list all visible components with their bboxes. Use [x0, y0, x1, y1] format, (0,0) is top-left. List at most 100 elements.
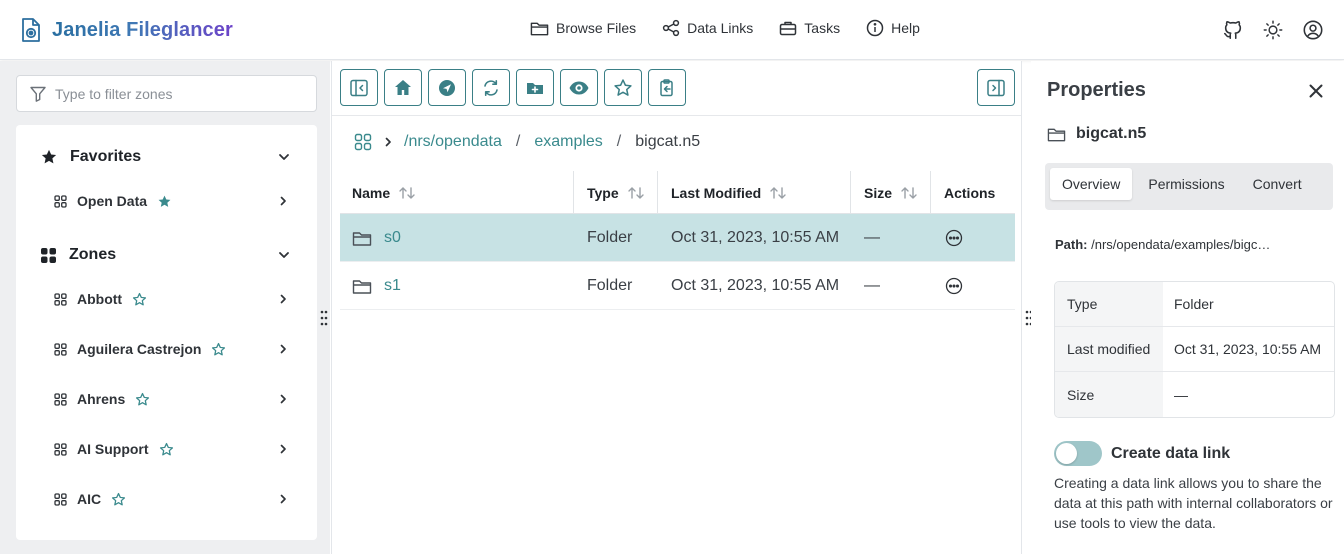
nav-tasks[interactable]: Tasks [779, 19, 840, 37]
favorites-section-header[interactable]: Favorites [16, 142, 317, 172]
data-link-toggle[interactable] [1054, 441, 1102, 466]
info-icon [866, 19, 884, 37]
briefcase-icon [779, 20, 797, 37]
zone-label: Open Data [77, 193, 148, 209]
zone-label: Abbott [77, 291, 123, 307]
refresh-button[interactable] [472, 69, 510, 106]
column-header-last-modified[interactable]: Last Modified [671, 171, 787, 214]
sort-icon [398, 185, 416, 201]
column-header-type[interactable]: Type [587, 171, 645, 214]
favorite-item-open-data[interactable]: Open Data [16, 186, 317, 216]
zone-filter-input[interactable] [55, 85, 295, 102]
zone-label: AI Support [77, 441, 149, 457]
nav-label: Browse Files [556, 20, 637, 36]
path-label: Path: [1055, 237, 1088, 252]
zone-item-abbott[interactable]: Abbott [16, 284, 317, 314]
nav-data-links[interactable]: Data Links [662, 19, 753, 37]
eye-icon [568, 78, 590, 98]
toggle-sidebar-button[interactable] [340, 69, 378, 106]
favorites-label: Favorites [70, 148, 142, 165]
info-row: Type Folder [1055, 282, 1334, 327]
star-filled-icon[interactable] [157, 194, 172, 209]
home-button[interactable] [384, 69, 422, 106]
zone-label: Ahrens [77, 391, 126, 407]
toggle-properties-button[interactable] [977, 69, 1015, 106]
breadcrumb-link[interactable]: examples [534, 133, 602, 151]
toolbar-divider [332, 115, 1021, 116]
new-folder-icon [525, 78, 545, 98]
properties-filename: bigcat.n5 [1047, 125, 1146, 143]
copy-path-button[interactable] [648, 69, 686, 106]
file-modified-cell: Oct 31, 2023, 10:55 AM [671, 277, 840, 294]
navigate-button[interactable] [428, 69, 466, 106]
nav-browse-files[interactable]: Browse Files [530, 19, 636, 37]
star-outline-icon[interactable] [132, 292, 147, 307]
tab-convert[interactable]: Convert [1241, 168, 1314, 200]
row-actions-button[interactable] [945, 214, 963, 262]
file-name: s1 [384, 277, 401, 294]
brand[interactable]: Janelia Fileglancer [20, 17, 233, 43]
star-outline-icon[interactable] [211, 342, 226, 357]
grid-icon [54, 342, 67, 356]
toggle-hidden-files-button[interactable] [560, 69, 598, 106]
star-outline-icon[interactable] [135, 392, 150, 407]
folder-icon [1047, 126, 1066, 143]
zone-item-aguilera-castrejon[interactable]: Aguilera Castrejon [16, 334, 317, 364]
data-link-toggle-row: Create data link [1054, 441, 1230, 466]
info-key: Type [1055, 282, 1163, 326]
column-label: Size [864, 184, 893, 201]
table-header: Name Type Last Modified Size Actions [340, 171, 1015, 214]
file-type-cell: Folder [587, 277, 633, 294]
table-row[interactable]: s0 Folder Oct 31, 2023, 10:55 AM — [340, 214, 1015, 262]
grid-icon [54, 194, 67, 208]
filename-label: bigcat.n5 [1076, 125, 1147, 142]
tab-permissions[interactable]: Permissions [1136, 168, 1236, 200]
breadcrumb-link[interactable]: /nrs/opendata [404, 133, 502, 151]
zone-item-aic[interactable]: AIC [16, 484, 317, 514]
column-header-size[interactable]: Size [864, 171, 918, 214]
file-name-cell[interactable]: s1 [352, 262, 401, 310]
file-name: s0 [384, 229, 401, 246]
nav-help[interactable]: Help [866, 19, 920, 37]
info-key: Last modified [1055, 327, 1163, 371]
file-browser: /nrs/opendata / examples / bigcat.n5 Nam… [331, 61, 1022, 554]
path-value: /nrs/opendata/examples/bigc… [1091, 237, 1271, 252]
zone-item-ai-support[interactable]: AI Support [16, 434, 317, 464]
star-outline-icon [613, 78, 633, 98]
column-header-name[interactable]: Name [352, 171, 416, 214]
zone-filter[interactable] [16, 75, 317, 112]
favorite-button[interactable] [604, 69, 642, 106]
table-row[interactable]: s1 Folder Oct 31, 2023, 10:55 AM — [340, 262, 1015, 310]
close-properties-button[interactable] [1306, 81, 1326, 101]
info-row: Last modified Oct 31, 2023, 10:55 AM [1055, 327, 1334, 372]
zones-grid-icon[interactable] [354, 133, 372, 151]
properties-tabs: Overview Permissions Convert [1045, 163, 1333, 210]
sidebar-resize-handle[interactable] [320, 309, 328, 327]
github-icon[interactable] [1222, 19, 1244, 41]
tab-overview[interactable]: Overview [1050, 168, 1133, 200]
info-row: Size — [1055, 372, 1334, 417]
grid-icon [54, 492, 67, 506]
row-actions-button[interactable] [945, 262, 963, 310]
zone-item-ahrens[interactable]: Ahrens [16, 384, 317, 414]
star-outline-icon[interactable] [111, 492, 126, 507]
chevron-down-icon [277, 248, 291, 262]
folder-icon [352, 230, 372, 247]
file-name-cell[interactable]: s0 [352, 214, 401, 262]
chevron-right-icon [277, 443, 289, 455]
column-header-actions: Actions [944, 171, 995, 214]
filter-icon [29, 85, 47, 103]
app-title: Janelia Fileglancer [52, 18, 233, 41]
sun-icon[interactable] [1262, 19, 1284, 41]
new-folder-button[interactable] [516, 69, 554, 106]
chevron-right-icon [382, 136, 394, 148]
breadcrumb: /nrs/opendata / examples / bigcat.n5 [354, 133, 700, 151]
chevron-right-icon [277, 393, 289, 405]
zones-section-header[interactable]: Zones [16, 240, 317, 270]
column-divider [657, 171, 658, 214]
home-icon [393, 78, 413, 98]
user-circle-icon[interactable] [1302, 19, 1324, 41]
star-outline-icon[interactable] [159, 442, 174, 457]
share-icon [662, 19, 680, 37]
toggle-properties-icon [986, 78, 1006, 98]
